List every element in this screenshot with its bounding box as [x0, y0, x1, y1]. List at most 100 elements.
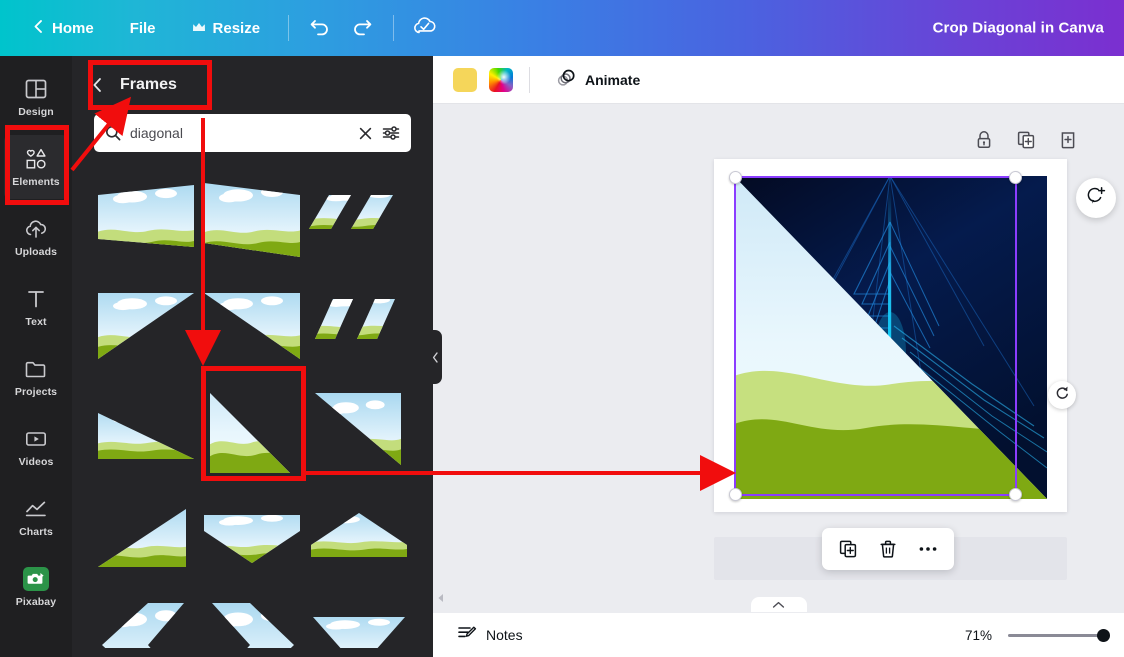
notes-label: Notes [486, 627, 523, 643]
animate-button[interactable]: Animate [546, 62, 650, 98]
pixabay-badge-wrap [23, 567, 49, 591]
animate-circles-icon [556, 68, 577, 92]
sidebar-item-uploads[interactable]: Uploads [4, 205, 68, 269]
zoom-percentage[interactable]: 71% [965, 628, 992, 643]
crown-icon [192, 20, 206, 37]
zoom-slider-track [1008, 634, 1108, 637]
bottom-bar-expander [433, 597, 1124, 612]
zoom-controls: 71% [965, 628, 1108, 643]
resize-label: Resize [213, 20, 261, 37]
frame-item[interactable] [201, 274, 305, 380]
sidebar-item-elements[interactable]: Elements [4, 135, 68, 199]
chevron-up-icon [772, 596, 785, 614]
duplicate-icon[interactable] [832, 533, 864, 565]
frames-results-grid [72, 168, 433, 648]
canvas-workspace: Animate [433, 56, 1124, 657]
design-page[interactable] [714, 159, 1067, 512]
element-float-toolbar [822, 528, 954, 570]
context-toolbar: Animate [433, 56, 1124, 104]
text-t-icon [23, 287, 49, 311]
file-menu-button[interactable]: File [112, 12, 174, 45]
folder-icon [23, 357, 49, 381]
search-input[interactable]: diagonal [94, 114, 411, 152]
pixabay-camera-icon [23, 567, 49, 591]
sidebar-item-projects[interactable]: Projects [4, 345, 68, 409]
search-container: diagonal [72, 114, 433, 152]
resize-button[interactable]: Resize [174, 12, 279, 45]
notes-edit-icon [457, 623, 477, 648]
search-value[interactable]: diagonal [130, 125, 349, 141]
frame-double-slash-alt-thumb [309, 279, 409, 375]
animate-label: Animate [585, 72, 640, 88]
add-page-icon[interactable] [1054, 126, 1082, 154]
frame-item[interactable] [94, 592, 198, 648]
sliders-filter-icon[interactable] [382, 125, 400, 141]
frames-panel: Frames diagonal [72, 56, 433, 657]
rotate-handle-button[interactable] [1048, 381, 1076, 409]
sidebar-item-charts[interactable]: Charts [4, 485, 68, 549]
frame-tri-top-left-thumb [96, 279, 196, 375]
frame-item[interactable] [94, 168, 198, 274]
frame-item[interactable] [307, 380, 411, 486]
panel-collapse-handle[interactable] [428, 330, 442, 384]
zoom-slider[interactable] [1008, 628, 1108, 642]
color-swatch-button[interactable] [453, 68, 477, 92]
frame-chevron-down-thumb [202, 491, 302, 587]
page-artboard [734, 176, 1047, 499]
frame-ramp-right-thumb [96, 491, 196, 587]
page-tools-group [970, 126, 1082, 154]
frame-item[interactable] [201, 486, 305, 592]
trash-icon[interactable] [872, 533, 904, 565]
notes-button[interactable]: Notes [445, 617, 535, 654]
frame-item-selected[interactable] [201, 380, 305, 486]
home-button[interactable]: Home [14, 11, 112, 46]
frame-chevron-up-thumb [309, 491, 409, 587]
frame-item[interactable] [307, 274, 411, 380]
redo-button[interactable] [341, 9, 383, 47]
sidebar-label-text: Text [25, 316, 46, 328]
expand-panel-tab[interactable] [751, 597, 807, 612]
frame-item[interactable] [94, 380, 198, 486]
frame-item[interactable] [307, 486, 411, 592]
sidebar-label-videos: Videos [19, 456, 54, 468]
frame-item[interactable] [94, 486, 198, 592]
frame-arrow-left-thumb [96, 597, 196, 648]
header-divider-1 [288, 15, 289, 41]
frame-item[interactable] [201, 592, 305, 648]
add-comment-icon [1086, 186, 1106, 211]
design-title[interactable]: Crop Diagonal in Canva [933, 20, 1104, 37]
canva-editor-window: Home File Resize [0, 0, 1124, 657]
lock-icon[interactable] [970, 126, 998, 154]
sidebar-item-pixabay[interactable]: Pixabay [4, 555, 68, 619]
header-left-group: Home File Resize [0, 9, 446, 47]
close-x-icon[interactable] [358, 126, 373, 141]
panel-back-button[interactable] [84, 72, 110, 98]
zoom-slider-knob[interactable] [1097, 629, 1110, 642]
sidebar-item-text[interactable]: Text [4, 275, 68, 339]
frame-item[interactable] [94, 274, 198, 380]
header-divider-2 [393, 15, 394, 41]
sidebar-label-charts: Charts [19, 526, 53, 538]
sidebar-item-design[interactable]: Design [4, 65, 68, 129]
add-comment-button[interactable] [1076, 178, 1116, 218]
frame-item[interactable] [307, 168, 411, 274]
frame-item[interactable] [201, 168, 305, 274]
left-sidebar-rail: Design Elements Uploads Tex [0, 56, 72, 657]
search-icon [105, 125, 121, 141]
undo-icon [309, 16, 331, 41]
cloud-save-status-button[interactable] [404, 9, 446, 47]
undo-button[interactable] [299, 9, 341, 47]
triangle-left-icon[interactable] [437, 590, 445, 608]
sidebar-item-videos[interactable]: Videos [4, 415, 68, 479]
bottom-footer-bar: Notes 71% [433, 612, 1124, 657]
sidebar-label-projects: Projects [15, 386, 57, 398]
duplicate-page-icon[interactable] [1012, 126, 1040, 154]
frame-tri-lower-right-thumb [309, 385, 409, 481]
home-label: Home [52, 20, 94, 37]
gradient-swatch-button[interactable] [489, 68, 513, 92]
cloud-saved-icon [411, 15, 439, 42]
frame-item[interactable] [307, 592, 411, 648]
frame-triangle-down-thumb [309, 597, 409, 648]
frame-tri-lower-left-thumb [202, 385, 302, 481]
more-options-icon[interactable] [912, 533, 944, 565]
